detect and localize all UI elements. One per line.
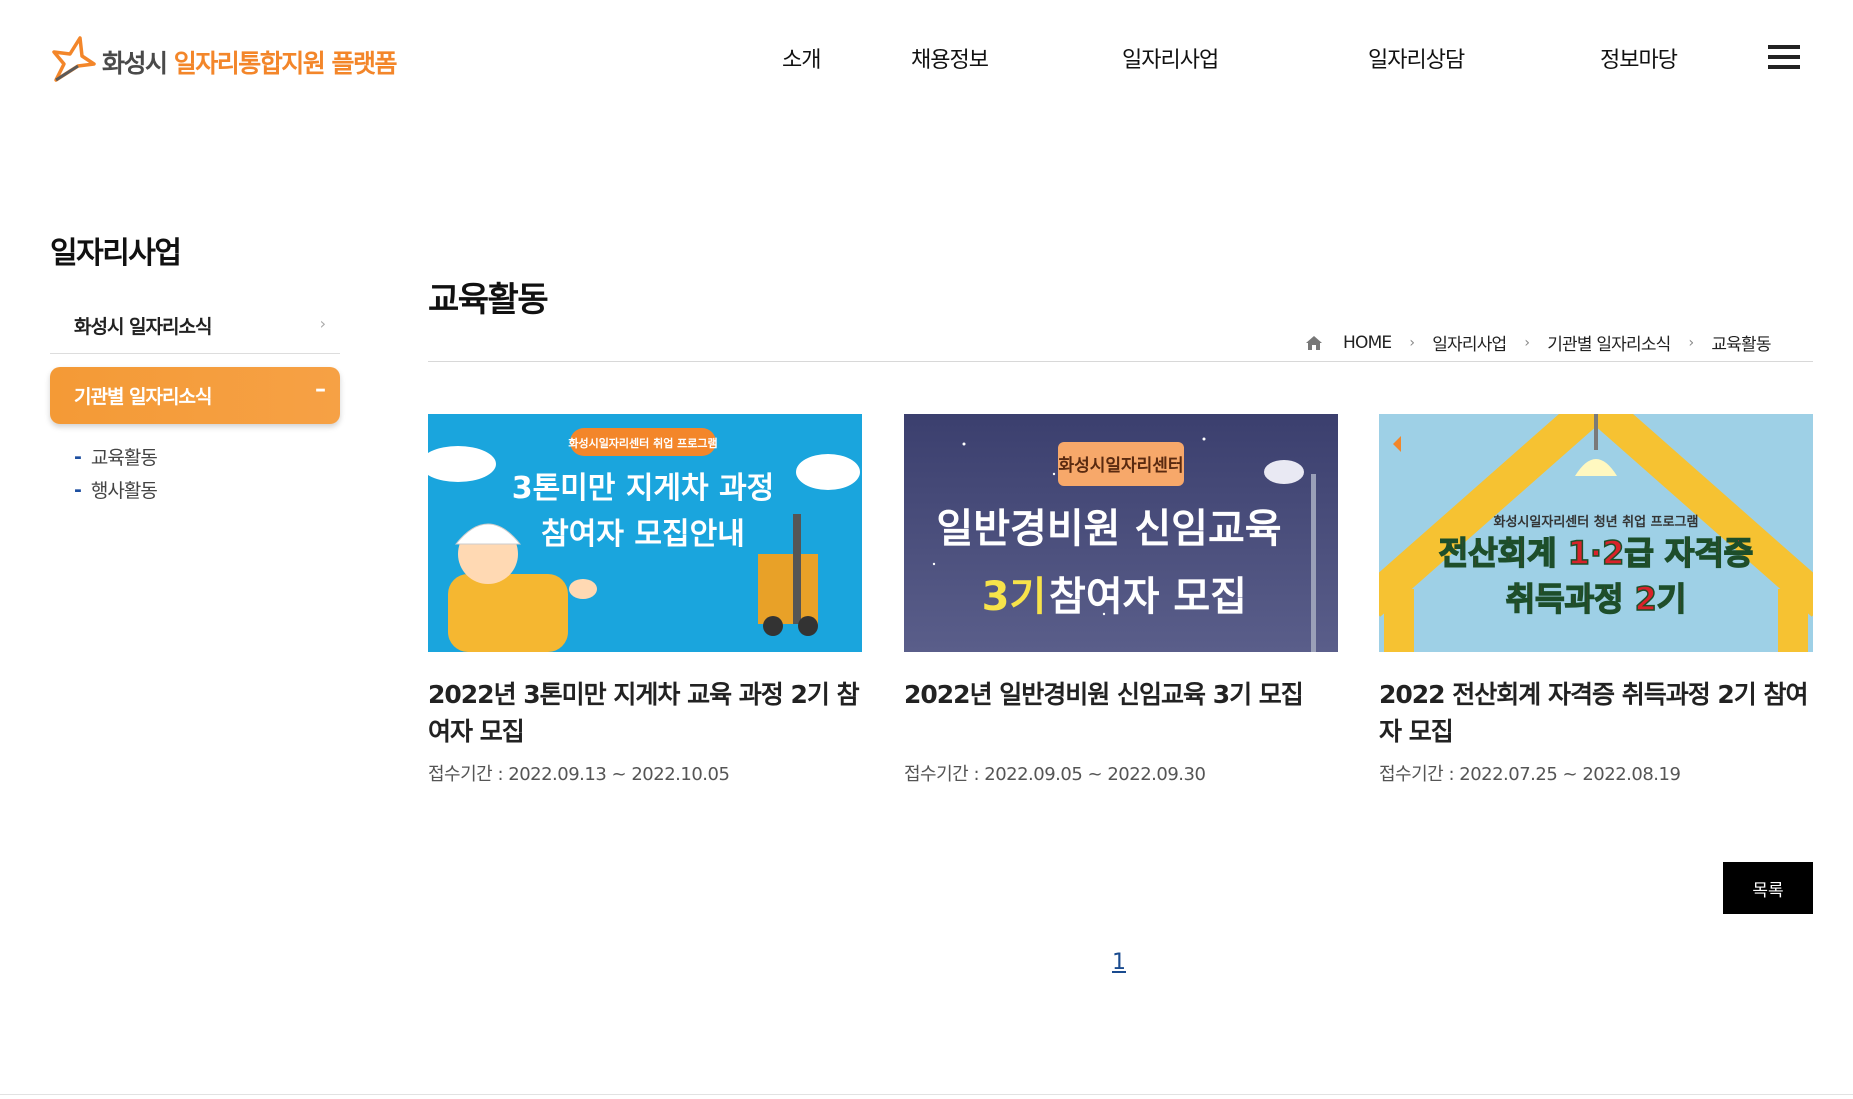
page-title: 교육활동 — [428, 280, 549, 320]
footer-divider — [0, 1094, 1853, 1095]
list-button[interactable]: 목록 — [1723, 862, 1813, 914]
nav-intro[interactable]: 소개 — [782, 42, 821, 74]
site-header: 화성시 일자리통합지원 플랫폼 소개 채용정보 일자리사업 일자리상담 정보마당 — [0, 0, 1853, 118]
forklift-banner-image: 화성시일자리센터 취업 프로그램 3톤미만 지게차 과정 참여자 모집안내 — [428, 414, 862, 652]
thumb-line: 전산회계 1·2급 자격증 — [1439, 534, 1754, 572]
sidebar-item-label: 화성시 일자리소식 — [74, 316, 212, 338]
sidebar-item-org-news[interactable]: 기관별 일자리소식 – — [50, 367, 340, 424]
post-card[interactable]: 화성시일자리센터 취업 프로그램 3톤미만 지게차 과정 참여자 모집안내 20… — [428, 414, 862, 785]
dash-icon: - — [74, 478, 82, 501]
security-guard-banner-image: 화성시일자리센터 일반경비원 신임교육 3기 참여자 모집 — [904, 414, 1338, 652]
thumb-badge: 화성시일자리센터 청년 취업 프로그램 — [1494, 514, 1699, 530]
menu-icon[interactable] — [1768, 45, 1800, 71]
post-date: 접수기간 : 2022.07.25 ~ 2022.08.19 — [1379, 764, 1681, 785]
breadcrumb-item[interactable]: 일자리사업 — [1432, 330, 1507, 355]
thumb-line: 참여자 모집안내 — [541, 517, 745, 552]
post-title[interactable]: 2022년 일반경비원 신임교육 3기 모집 — [904, 676, 1338, 713]
chevron-right-icon: › — [319, 314, 326, 333]
nav-job-counseling[interactable]: 일자리상담 — [1368, 42, 1465, 74]
thumb-badge: 화성시일자리센터 취업 프로그램 — [568, 436, 717, 450]
chevron-right-icon: › — [1688, 334, 1695, 351]
accounting-banner-image: 화성시일자리센터 청년 취업 프로그램 전산회계 1·2급 자격증 취득과정 2… — [1379, 414, 1813, 652]
home-icon[interactable] — [1305, 335, 1323, 351]
pagination-page-1[interactable]: 1 — [1112, 950, 1126, 975]
submenu-item-label: 행사활동 — [90, 480, 158, 502]
thumb-line: 참여자 모집 — [1049, 574, 1247, 620]
post-card[interactable]: 화성시일자리센터 일반경비원 신임교육 3기 참여자 모집 2022년 일반경비… — [904, 414, 1338, 785]
thumb-line: 3톤미만 지게차 과정 — [512, 471, 775, 506]
sidebar-title: 일자리사업 — [50, 236, 182, 271]
submenu-item-education[interactable]: - 교육활동 — [74, 440, 158, 473]
chevron-right-icon: › — [1524, 334, 1530, 351]
nav-info[interactable]: 정보마당 — [1600, 42, 1678, 74]
post-card[interactable]: 화성시일자리센터 청년 취업 프로그램 전산회계 1·2급 자격증 취득과정 2… — [1379, 414, 1813, 785]
main-nav: 소개 채용정보 일자리사업 일자리상담 정보마당 — [0, 42, 1853, 78]
breadcrumb-item[interactable]: 기관별 일자리소식 — [1547, 330, 1671, 355]
thumb-line: 취득과정 2기 — [1506, 580, 1687, 618]
content-divider — [428, 361, 1813, 362]
nav-job-projects[interactable]: 일자리사업 — [1122, 42, 1219, 74]
post-thumbnail[interactable]: 화성시일자리센터 일반경비원 신임교육 3기 참여자 모집 — [904, 414, 1338, 652]
dash-icon: - — [74, 445, 82, 468]
breadcrumb-home[interactable]: HOME — [1343, 333, 1392, 353]
breadcrumb: HOME › 일자리사업 › 기관별 일자리소식 › 교육활동 — [1305, 330, 1772, 355]
post-thumbnail[interactable]: 화성시일자리센터 취업 프로그램 3톤미만 지게차 과정 참여자 모집안내 — [428, 414, 862, 652]
minus-icon: – — [315, 377, 326, 402]
thumb-line: 일반경비원 신임교육 — [936, 506, 1281, 552]
thumb-badge: 화성시일자리센터 — [1058, 456, 1183, 476]
breadcrumb-current: 교육활동 — [1711, 335, 1771, 355]
nav-jobs[interactable]: 채용정보 — [911, 42, 989, 74]
post-date: 접수기간 : 2022.09.13 ~ 2022.10.05 — [428, 764, 730, 785]
sidebar-item-city-news[interactable]: 화성시 일자리소식 › — [50, 300, 340, 354]
post-title[interactable]: 2022 전산회계 자격증 취득과정 2기 참여자 모집 — [1379, 676, 1813, 750]
submenu-item-events[interactable]: - 행사활동 — [74, 473, 158, 506]
post-date: 접수기간 : 2022.09.05 ~ 2022.09.30 — [904, 764, 1206, 785]
submenu-item-label: 교육활동 — [90, 447, 158, 469]
post-thumbnail[interactable]: 화성시일자리센터 청년 취업 프로그램 전산회계 1·2급 자격증 취득과정 2… — [1379, 414, 1813, 652]
sidebar-item-label: 기관별 일자리소식 — [74, 386, 212, 408]
thumb-line: 3기 — [982, 574, 1047, 620]
post-title[interactable]: 2022년 3톤미만 지게차 교육 과정 2기 참여자 모집 — [428, 676, 862, 750]
chevron-right-icon: › — [1409, 334, 1415, 351]
sidebar-submenu: - 교육활동 - 행사활동 — [74, 440, 158, 506]
